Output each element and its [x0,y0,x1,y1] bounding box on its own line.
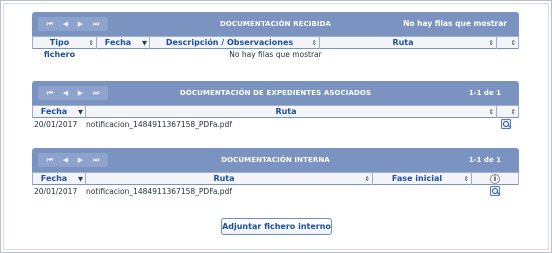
column-fecha[interactable]: Fecha ▼ [32,172,85,185]
cell-fecha: 20/01/2017 [34,120,78,129]
sort-both-icon[interactable]: ⇕ [489,106,494,118]
column-actions[interactable]: ⇕ [496,36,519,49]
column-actions[interactable]: ⇕ [496,105,519,118]
column-label: Fecha [40,174,68,183]
column-ruta[interactable]: Ruta ⇕ [319,36,496,49]
sort-both-icon[interactable]: ⇕ [464,173,469,185]
sort-both-icon[interactable]: ⇕ [89,37,94,49]
column-label: Descripción / Observaciones [165,38,294,47]
column-label: Fecha [104,38,132,47]
panel-header-bar: ⏮ ◀ ▶ ⏭ DOCUMENTACIÓN INTERNA 1-1 de 1 [32,148,519,172]
column-fecha[interactable]: Fecha ▼ [96,36,149,49]
cell-ruta: notificacion_1484911367158_PDFa.pdf [86,187,232,196]
panel-documentacion-recibida: ⏮ ◀ ▶ ⏭ DOCUMENTACIÓN RECIBIDA No hay fi… [32,12,519,61]
cell-fecha: 20/01/2017 [34,187,78,196]
column-fase-inicial[interactable]: Fase inicial ⇕ [372,172,471,185]
zoom-view-icon[interactable] [490,186,500,196]
column-label: Ruta [213,174,235,183]
sort-down-icon[interactable]: ▼ [78,106,83,118]
table-header: Fecha ▼ Ruta ⇕ Fase inicial ⇕ i [32,172,519,185]
panel-header-bar: ⏮ ◀ ▶ ⏭ DOCUMENTACIÓN DE EXPEDIENTES ASO… [32,81,519,105]
table-row[interactable]: 20/01/2017 notificacion_1484911367158_PD… [32,118,519,131]
column-actions[interactable]: i [471,172,519,185]
panel-title: DOCUMENTACIÓN INTERNA [221,156,330,164]
sort-both-icon[interactable]: ⇕ [489,37,494,49]
row-count: 1-1 de 1 [468,89,501,97]
column-descripcion[interactable]: Descripción / Observaciones ⇕ [149,36,319,49]
sort-both-icon[interactable]: ⇕ [365,173,370,185]
sort-both-icon[interactable]: ⇕ [312,37,317,49]
adjuntar-fichero-interno-button[interactable]: Adjuntar fichero interno [221,218,332,235]
cell-ruta: notificacion_1484911367158_PDFa.pdf [86,120,232,129]
sort-down-icon[interactable]: ▼ [142,37,147,49]
column-label: Ruta [392,38,414,47]
panel-documentacion-interna: ⏮ ◀ ▶ ⏭ DOCUMENTACIÓN INTERNA 1-1 de 1 F… [32,148,519,198]
panel-header-bar: ⏮ ◀ ▶ ⏭ DOCUMENTACIÓN RECIBIDA No hay fi… [32,12,519,36]
column-tipo-fichero[interactable]: Tipo fichero ⇕ [32,36,96,59]
zoom-view-icon[interactable] [501,119,511,129]
panel-expedientes-asociados: ⏮ ◀ ▶ ⏭ DOCUMENTACIÓN DE EXPEDIENTES ASO… [32,81,519,131]
column-ruta[interactable]: Ruta ⇕ [85,105,496,118]
column-label: Fase inicial [391,174,443,183]
empty-message: No hay filas que mostrar [229,50,322,59]
table-header: Fecha ▼ Ruta ⇕ ⇕ [32,105,519,118]
column-label: Fecha [40,107,68,116]
sort-both-icon[interactable]: ⇕ [511,37,516,49]
column-label: Ruta [275,107,297,116]
row-count: No hay filas que mostrar [403,19,507,28]
column-fecha[interactable]: Fecha ▼ [32,105,85,118]
row-count: 1-1 de 1 [468,156,501,164]
table-row[interactable]: 20/01/2017 notificacion_1484911367158_PD… [32,185,519,198]
info-icon[interactable]: i [490,174,500,184]
table-header: Tipo fichero ⇕ Fecha ▼ Descripción / Obs… [32,36,519,59]
sort-down-icon[interactable]: ▼ [78,173,83,185]
sort-both-icon[interactable]: ⇕ [511,106,516,118]
column-ruta[interactable]: Ruta ⇕ [85,172,372,185]
panel-title: DOCUMENTACIÓN DE EXPEDIENTES ASOCIADOS [179,89,372,97]
